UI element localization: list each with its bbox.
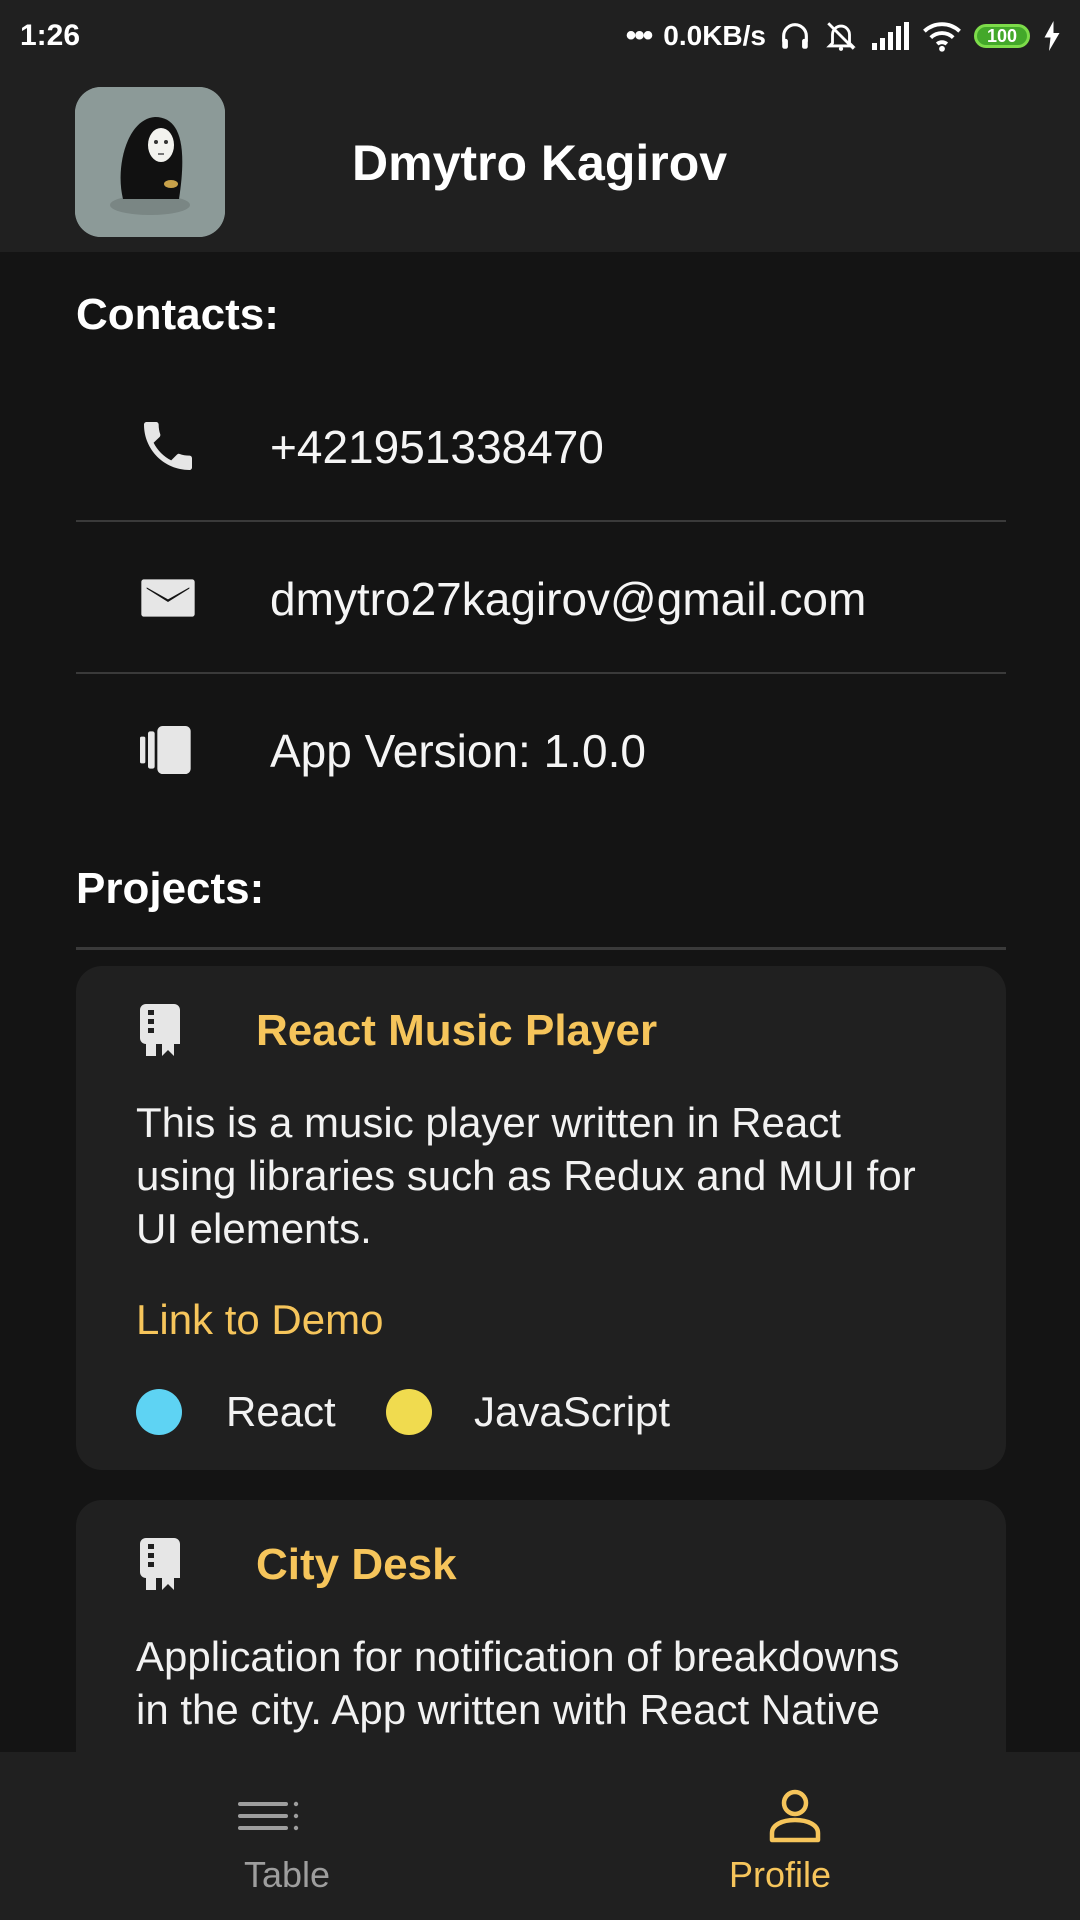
user-name: Dmytro Kagirov (352, 135, 728, 191)
mail-icon (141, 579, 195, 617)
javascript-color-dot (386, 1389, 432, 1435)
repository-icon (140, 1538, 180, 1590)
avatar (75, 87, 225, 237)
contacts-heading: Contacts: (76, 290, 279, 339)
status-bar: 1:26 ••• 0.0KB/s 100 (0, 0, 1080, 72)
network-speed: 0.0KB/s (663, 20, 766, 51)
status-icons: ••• 0.0KB/s 100 (626, 19, 1062, 53)
app-version: App Version: 1.0.0 (270, 725, 646, 777)
tech-label-react: React (226, 1388, 336, 1435)
status-time: 1:26 (20, 19, 81, 52)
contact-row-version: App Version: 1.0.0 (76, 674, 1006, 826)
project-card: React Music Player This is a music playe… (76, 966, 1006, 1470)
contact-row-phone[interactable]: +421951338470 (76, 370, 1006, 522)
battery-indicator: 100 (974, 24, 1030, 48)
tab-table[interactable]: Table (0, 1752, 540, 1920)
headphones-icon (782, 23, 808, 49)
phone-icon (144, 422, 192, 470)
profile-content[interactable]: Contacts: +421951338470 dmytro27kagirov@… (0, 252, 1080, 1752)
charging-icon (1044, 21, 1060, 51)
react-color-dot (136, 1389, 182, 1435)
phone-number[interactable]: +421951338470 (270, 420, 604, 474)
tab-table-label: Table (243, 1854, 331, 1895)
repository-icon (140, 1004, 180, 1056)
wifi-icon (923, 22, 961, 52)
signal-icon (872, 22, 909, 50)
list-icon (238, 1801, 299, 1831)
profile-header: Dmytro Kagirov (0, 72, 1080, 252)
project-title: City Desk (256, 1540, 457, 1589)
project-card: City Desk Application for notification o… (76, 1500, 1006, 1752)
muted-bell-icon (826, 22, 856, 51)
demo-link[interactable]: Link to Demo (136, 1296, 383, 1344)
email-address[interactable]: dmytro27kagirov@gmail.com (270, 572, 866, 626)
tab-profile[interactable]: Profile (540, 1752, 1080, 1920)
tab-profile-label: Profile (728, 1854, 832, 1895)
project-description: This is a music player written in React … (136, 1099, 916, 1252)
project-description: Application for notification of breakdow… (136, 1633, 900, 1733)
contact-row-email[interactable]: dmytro27kagirov@gmail.com (76, 522, 1006, 674)
bottom-navigation: Table Profile (0, 1752, 1080, 1920)
project-title: React Music Player (256, 1006, 658, 1055)
avatar-illustration (75, 87, 225, 237)
person-icon (769, 1789, 821, 1843)
app-version-icon (140, 726, 191, 774)
tech-label-javascript: JavaScript (474, 1388, 671, 1435)
more-dots-icon: ••• (625, 19, 653, 52)
divider (76, 947, 1006, 950)
profile-screen: 1:26 ••• 0.0KB/s 100 Dmytro Kagirov Cont… (0, 0, 1080, 1920)
projects-heading: Projects: (76, 864, 265, 913)
